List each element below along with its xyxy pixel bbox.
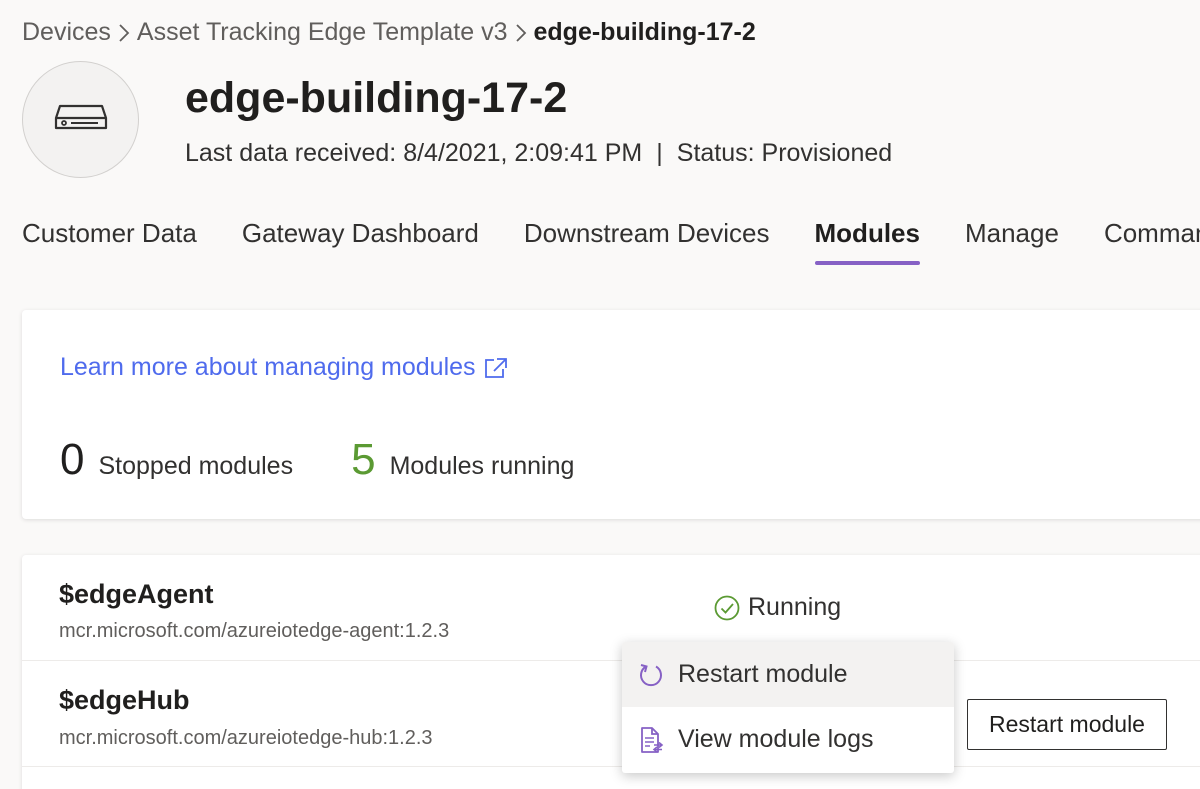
last-data-received: Last data received: 8/4/2021, 2:09:41 PM — [185, 139, 643, 167]
menu-item-label: View module logs — [678, 725, 874, 753]
tab-customer-data[interactable]: Customer Data — [22, 218, 197, 265]
module-image: mcr.microsoft.com/azureiotedge-hub:1.2.3 — [59, 727, 433, 749]
module-status-label: Running — [748, 593, 842, 621]
edge-device-icon — [54, 102, 108, 137]
learn-more-label: Learn more about managing modules — [60, 353, 476, 381]
breadcrumb: Devices Asset Tracking Edge Template v3 … — [22, 18, 756, 47]
tab-manage[interactable]: Manage — [965, 218, 1059, 265]
module-counts: 0 Stopped modules 5 Modules running — [60, 435, 632, 485]
device-status: Status: Provisioned — [676, 139, 893, 167]
stopped-label: Stopped modules — [98, 452, 294, 480]
breadcrumb-devices[interactable]: Devices — [22, 18, 111, 47]
device-avatar — [22, 61, 139, 178]
module-name: $edgeHub — [59, 685, 190, 715]
module-name: $edgeAgent — [59, 579, 214, 609]
menu-item-label: Restart module — [678, 660, 848, 688]
tab-downstream-devices[interactable]: Downstream Devices — [524, 218, 770, 265]
chevron-right-icon — [508, 23, 534, 43]
menu-item-restart-module[interactable]: Restart module — [622, 642, 954, 707]
stopped-count: 0 — [60, 435, 85, 484]
meta-separator: | — [656, 139, 663, 167]
table-row[interactable]: $edgeAgent mcr.microsoft.com/azureiotedg… — [22, 555, 1200, 661]
module-status: Running — [714, 593, 841, 622]
restart-icon — [636, 660, 666, 690]
tab-bar: Customer Data Gateway Dashboard Downstre… — [22, 218, 1200, 265]
tab-commands[interactable]: Commands — [1104, 218, 1200, 265]
device-meta: Last data received: 8/4/2021, 2:09:41 PM… — [185, 139, 892, 168]
breadcrumb-template[interactable]: Asset Tracking Edge Template v3 — [137, 18, 508, 47]
modules-list: $edgeAgent mcr.microsoft.com/azureiotedg… — [22, 555, 1200, 789]
tab-modules[interactable]: Modules — [814, 218, 921, 265]
tab-gateway-dashboard[interactable]: Gateway Dashboard — [242, 218, 479, 265]
restart-module-button[interactable]: Restart module — [967, 699, 1167, 750]
learn-more-link[interactable]: Learn more about managing modules — [60, 353, 508, 382]
running-label: Modules running — [389, 452, 575, 480]
module-context-menu: Restart module View module logs — [622, 642, 954, 773]
menu-item-view-module-logs[interactable]: View module logs — [622, 707, 954, 772]
logs-icon — [636, 725, 666, 755]
modules-summary-card: Learn more about managing modules 0 Stop… — [22, 310, 1200, 519]
breadcrumb-current: edge-building-17-2 — [533, 18, 756, 46]
running-count: 5 — [351, 435, 376, 484]
external-link-icon — [484, 357, 508, 379]
module-image: mcr.microsoft.com/azureiotedge-agent:1.2… — [59, 620, 450, 642]
check-circle-icon — [714, 595, 740, 621]
page-title: edge-building-17-2 — [185, 74, 568, 122]
page: Devices Asset Tracking Edge Template v3 … — [0, 0, 1200, 789]
chevron-right-icon — [111, 23, 137, 43]
